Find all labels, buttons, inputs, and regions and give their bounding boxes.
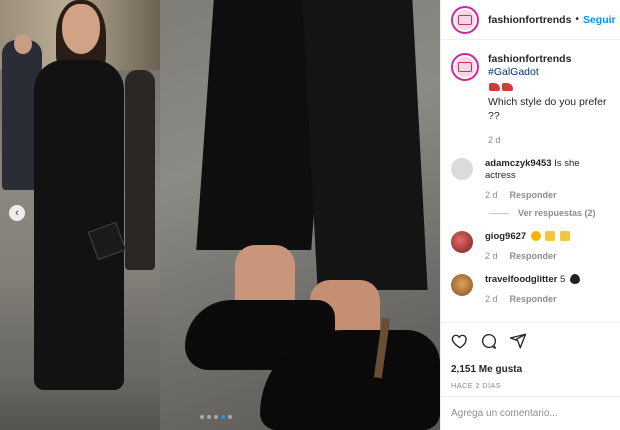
comment-username[interactable]: giog9627	[485, 231, 526, 242]
trouser-leg	[302, 0, 428, 290]
clapping-hands-icon	[545, 231, 556, 242]
brand-logo-icon	[455, 9, 475, 30]
heart-icon[interactable]	[451, 332, 469, 353]
smiling-face-hearts-icon	[530, 231, 541, 242]
comment-item: adamczyk9453 Is she actress 2 d Responder	[441, 158, 620, 200]
post-header: fashionfortrends • Seguir	[441, 0, 620, 40]
post-side-panel: fashionfortrends • Seguir fashionfortren…	[440, 0, 620, 430]
caption-text: Which style do you prefer ??	[488, 96, 607, 122]
black-heart-icon	[569, 274, 580, 285]
background-person	[125, 70, 155, 270]
comment-item: giog9627 2 d Responder	[441, 231, 620, 261]
post-media[interactable]: ‹	[0, 0, 440, 430]
caption-hashtag[interactable]: #GalGadot	[488, 66, 539, 78]
comment-age: 2 d	[485, 251, 498, 261]
post-actions: 2,151 Me gusta HACE 2 DÍAS	[441, 322, 620, 390]
replies-divider	[489, 212, 509, 214]
comment-age: 2 d	[485, 190, 498, 200]
user-avatar[interactable]	[451, 231, 473, 253]
carousel-dot-active	[221, 415, 225, 419]
carousel-dots	[200, 415, 232, 419]
comment-item: travelfoodglitter 5 2 d Responder	[441, 274, 620, 304]
profile-avatar[interactable]	[451, 5, 479, 34]
comment-composer: Agrega un comentario...	[441, 396, 620, 430]
comment-username[interactable]: adamczyk9453	[485, 158, 552, 169]
caption: fashionfortrends #GalGadot Which style d…	[441, 41, 620, 145]
follow-button[interactable]: Seguir	[583, 14, 616, 26]
share-icon[interactable]	[509, 332, 527, 353]
carousel-dot	[214, 415, 218, 419]
comment-input[interactable]: Agrega un comentario...	[451, 408, 611, 419]
default-avatar-icon[interactable]	[451, 158, 473, 180]
post-timestamp: HACE 2 DÍAS	[451, 381, 501, 390]
view-replies-label: Ver respuestas (2)	[518, 208, 596, 218]
comment-age: 2 d	[485, 294, 498, 304]
high-heel-emoji-icon	[489, 80, 515, 94]
comments-list[interactable]: fashionfortrends #GalGadot Which style d…	[441, 41, 620, 316]
comment-username[interactable]: travelfoodglitter	[485, 274, 557, 285]
previous-slide-button[interactable]: ‹	[9, 205, 25, 221]
carousel-dot	[228, 415, 232, 419]
comment-icon[interactable]	[480, 332, 498, 353]
carousel-dot	[207, 415, 211, 419]
header-username[interactable]: fashionfortrends	[488, 14, 571, 26]
carousel-dot	[200, 415, 204, 419]
comment-text: 5	[559, 274, 566, 285]
user-avatar[interactable]	[451, 274, 473, 296]
likes-count[interactable]: 2,151 Me gusta	[451, 364, 611, 375]
caption-username[interactable]: fashionfortrends	[488, 53, 571, 65]
reply-button[interactable]: Responder	[510, 190, 557, 200]
post-viewer: ‹ fashionfortrends • Seguir fashionfortr…	[0, 0, 620, 430]
view-replies-button[interactable]: Ver respuestas (2)	[489, 208, 620, 218]
reply-button[interactable]: Responder	[510, 294, 557, 304]
reply-button[interactable]: Responder	[510, 251, 557, 261]
clapping-hands-icon	[560, 231, 571, 242]
background-person-head	[14, 34, 32, 54]
caption-age: 2 d	[488, 135, 501, 145]
photo-shoes-closeup	[160, 0, 440, 430]
header-separator: •	[575, 14, 579, 25]
brand-logo-icon	[455, 57, 475, 77]
caption-avatar[interactable]	[451, 53, 479, 81]
model-face	[62, 4, 100, 54]
